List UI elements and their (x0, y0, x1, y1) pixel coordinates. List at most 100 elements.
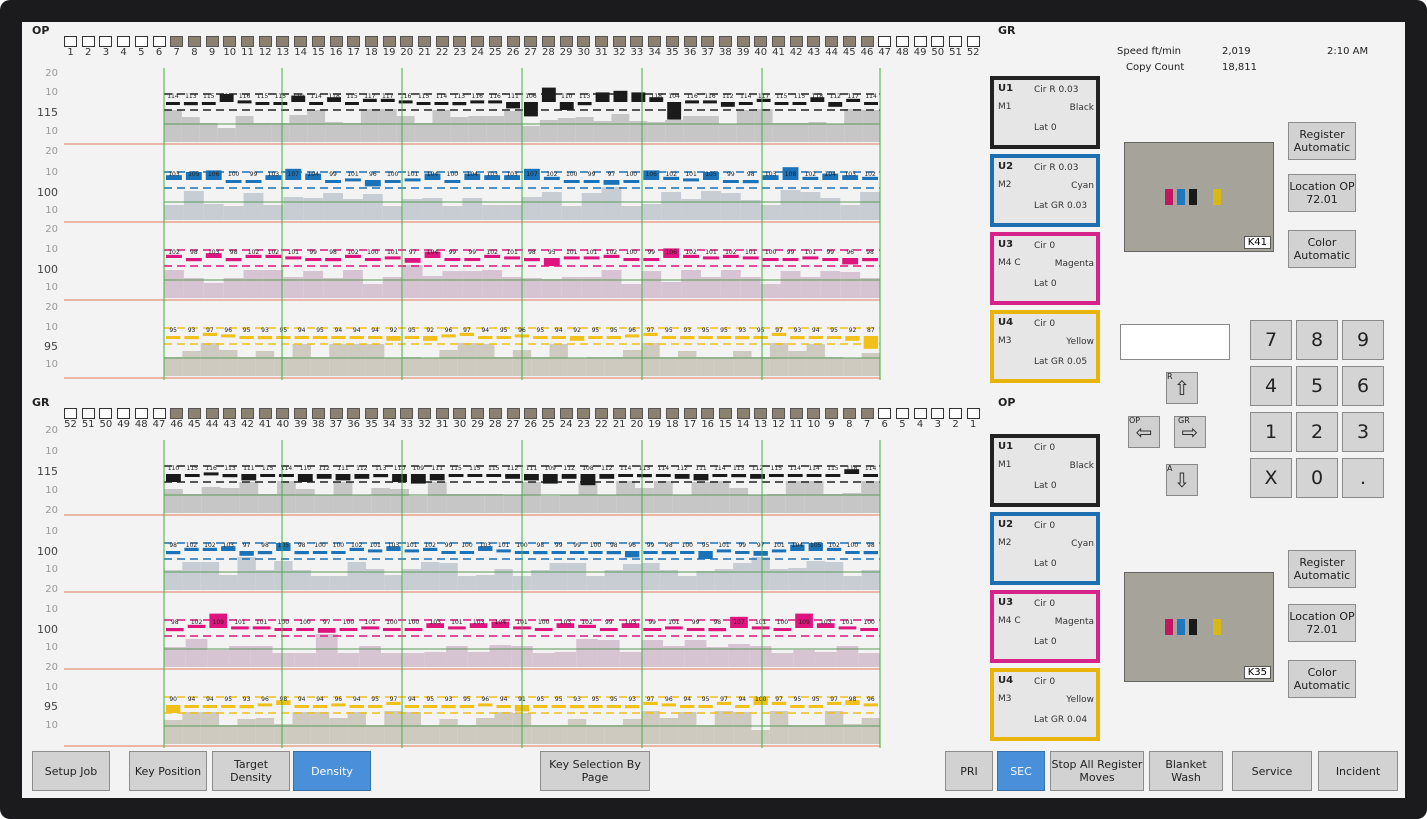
ink-key-zone[interactable] (524, 36, 538, 47)
ink-key-zone[interactable] (311, 36, 325, 47)
ink-key-zone[interactable] (842, 36, 856, 47)
ink-key-zone[interactable] (258, 36, 272, 47)
keypad-key[interactable]: X (1250, 458, 1292, 498)
ink-key-zone[interactable] (595, 36, 608, 47)
ink-key-zone[interactable] (772, 408, 785, 419)
ink-key-zone[interactable] (400, 408, 414, 419)
keypad-key[interactable]: 6 (1342, 366, 1384, 406)
ink-key-zone[interactable] (648, 408, 662, 419)
ink-key-zone[interactable] (754, 408, 768, 419)
print-unit-panel[interactable]: U1 M1 Cir R 0.03 Black Lat 0 (990, 76, 1100, 149)
print-unit-panel[interactable]: U2 M2 Cir 0 Cyan Lat 0 (990, 512, 1100, 585)
ink-key-zone[interactable] (736, 36, 750, 47)
keypad-key[interactable]: 8 (1296, 320, 1338, 360)
print-unit-panel[interactable]: U2 M2 Cir R 0.03 Cyan Lat GR 0.03 (990, 154, 1100, 227)
ink-key-zone[interactable] (223, 36, 237, 47)
ink-key-zone[interactable] (701, 36, 715, 47)
ink-key-zone[interactable] (577, 408, 591, 419)
ink-key-zone[interactable] (665, 408, 679, 419)
target-density-button[interactable]: Target Density (212, 751, 290, 791)
incident-button[interactable]: Incident (1318, 751, 1398, 791)
ink-key-zone[interactable] (81, 36, 95, 47)
ink-key-zone[interactable] (152, 408, 166, 419)
ink-key-zone[interactable] (64, 36, 77, 47)
stop-all-register-moves-button[interactable]: Stop All Register Moves (1050, 751, 1144, 791)
color-automatic-button-top[interactable]: Color Automatic (1288, 230, 1356, 268)
ink-key-zone[interactable] (453, 408, 467, 419)
ink-key-zone[interactable] (878, 408, 892, 419)
ink-key-zone[interactable] (718, 36, 732, 47)
ink-key-zone[interactable] (241, 36, 254, 47)
ink-key-zone[interactable] (453, 36, 467, 47)
keypad-key[interactable]: . (1342, 458, 1384, 498)
print-unit-panel[interactable]: U3 M4 C Cir 0 Magenta Lat 0 (990, 232, 1100, 305)
ink-key-zone[interactable] (400, 36, 414, 47)
ink-key-zone[interactable] (860, 36, 874, 47)
ink-key-zone[interactable] (276, 408, 290, 419)
ink-key-zone[interactable] (187, 36, 201, 47)
pri-button[interactable]: PRI (945, 751, 993, 791)
location-button-bottom[interactable]: Location OP 72.01 (1288, 604, 1356, 642)
ink-key-zone[interactable] (612, 36, 626, 47)
ink-key-zone[interactable] (630, 36, 644, 47)
ink-key-zone[interactable] (488, 408, 502, 419)
ink-key-zone[interactable] (772, 36, 785, 47)
ink-key-zone[interactable] (506, 408, 520, 419)
ink-key-zone[interactable] (418, 408, 431, 419)
blanket-wash-button[interactable]: Blanket Wash (1149, 751, 1223, 791)
ink-key-zone[interactable] (718, 408, 732, 419)
keypad-key[interactable]: 3 (1342, 412, 1384, 452)
ink-key-zone[interactable] (506, 36, 520, 47)
ink-key-zone[interactable] (913, 408, 927, 419)
service-button[interactable]: Service (1232, 751, 1312, 791)
ink-key-zone[interactable] (825, 36, 839, 47)
key-position-button[interactable]: Key Position (129, 751, 207, 791)
ink-key-zone[interactable] (630, 408, 644, 419)
ink-key-zone[interactable] (913, 36, 927, 47)
ink-key-zone[interactable] (612, 408, 626, 419)
value-input[interactable] (1120, 324, 1230, 360)
ink-key-zone[interactable] (701, 408, 715, 419)
ink-key-zone[interactable] (471, 36, 485, 47)
ink-key-zone[interactable] (294, 408, 308, 419)
print-unit-panel[interactable]: U3 M4 C Cir 0 Magenta Lat 0 (990, 590, 1100, 663)
ink-key-zone[interactable] (665, 36, 679, 47)
ink-key-zone[interactable] (577, 36, 591, 47)
ink-key-zone[interactable] (117, 408, 131, 419)
ink-key-zone[interactable] (949, 408, 962, 419)
ink-key-zone[interactable] (683, 408, 697, 419)
ink-key-zone[interactable] (364, 36, 378, 47)
ink-key-zone[interactable] (152, 36, 166, 47)
ink-key-zone[interactable] (99, 36, 113, 47)
ink-key-zone[interactable] (559, 408, 573, 419)
ink-key-zone[interactable] (99, 408, 113, 419)
ink-key-zone[interactable] (541, 36, 555, 47)
ink-key-zone[interactable] (187, 408, 201, 419)
ink-key-zone[interactable] (134, 36, 148, 47)
ink-key-zone[interactable] (418, 36, 431, 47)
ink-key-zone[interactable] (471, 408, 485, 419)
register-automatic-button-top[interactable]: Register Automatic (1288, 122, 1356, 160)
ink-key-zone[interactable] (807, 36, 821, 47)
ink-key-zone[interactable] (117, 36, 131, 47)
ink-key-zone[interactable] (595, 408, 608, 419)
ink-key-zone[interactable] (329, 408, 343, 419)
setup-job-button[interactable]: Setup Job (32, 751, 110, 791)
sec-button[interactable]: SEC (997, 751, 1045, 791)
register-automatic-button-bottom[interactable]: Register Automatic (1288, 550, 1356, 588)
ink-key-zone[interactable] (648, 36, 662, 47)
keypad-key[interactable]: 9 (1342, 320, 1384, 360)
ink-key-zone[interactable] (807, 408, 821, 419)
keypad-key[interactable]: 4 (1250, 366, 1292, 406)
ink-key-zone[interactable] (170, 408, 184, 419)
ink-key-zone[interactable] (347, 408, 361, 419)
ink-key-zone[interactable] (878, 36, 892, 47)
color-automatic-button-bottom[interactable]: Color Automatic (1288, 660, 1356, 698)
print-unit-panel[interactable]: U1 M1 Cir 0 Black Lat 0 (990, 434, 1100, 507)
ink-key-zone[interactable] (311, 408, 325, 419)
ink-key-zone[interactable] (276, 36, 290, 47)
ink-key-zone[interactable] (736, 408, 750, 419)
ink-key-zone[interactable] (170, 36, 184, 47)
ink-key-zone[interactable] (559, 36, 573, 47)
ink-key-zone[interactable] (223, 408, 237, 419)
